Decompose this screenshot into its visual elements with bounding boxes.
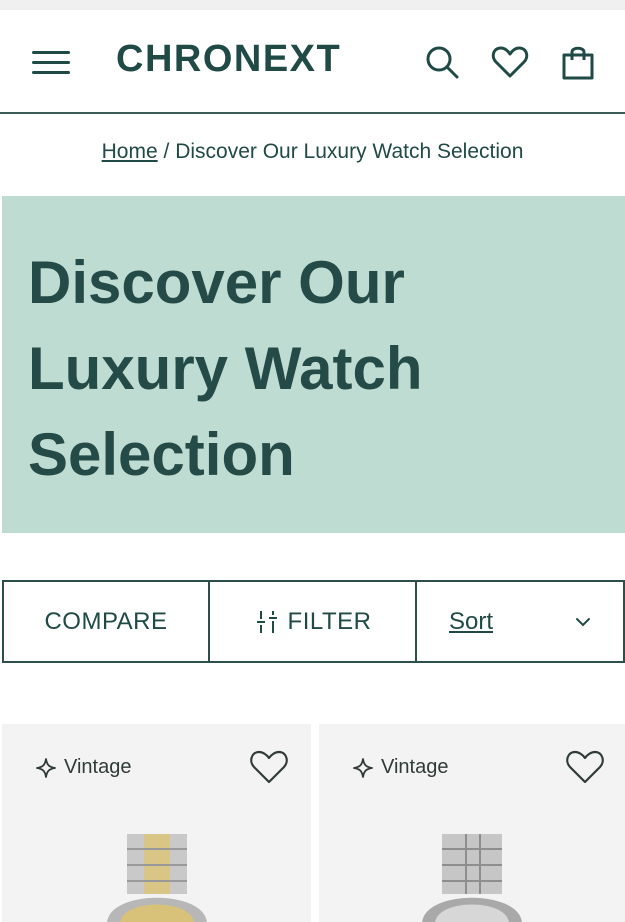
product-card[interactable]: Vintage — [2, 724, 311, 922]
vintage-badge: Vintage — [36, 756, 131, 779]
menu-icon[interactable] — [32, 45, 72, 77]
breadcrumb-separator: / — [163, 140, 170, 163]
compare-button[interactable]: COMPARE — [4, 582, 210, 661]
brand-logo[interactable]: CHRONEXT — [116, 38, 341, 81]
sparkle-icon — [36, 757, 56, 778]
wishlist-heart-icon[interactable] — [248, 746, 290, 788]
heart-icon[interactable] — [490, 42, 530, 82]
top-strip — [0, 0, 625, 10]
filter-icon — [256, 610, 277, 633]
listing-toolbar: COMPARE FILTER Sort — [2, 580, 625, 663]
vintage-badge: Vintage — [353, 756, 448, 779]
badge-label: Vintage — [64, 756, 132, 778]
breadcrumb-current: Discover Our Luxury Watch Selection — [175, 140, 524, 163]
product-card[interactable]: Vintage — [319, 724, 625, 922]
badge-label: Vintage — [381, 756, 449, 778]
watch-image — [106, 834, 207, 922]
chevron-down-icon — [576, 618, 590, 627]
sort-label: Sort — [449, 607, 494, 635]
watch-image — [422, 834, 522, 922]
wishlist-heart-icon[interactable] — [564, 746, 606, 788]
shopping-bag-icon[interactable] — [558, 42, 598, 82]
breadcrumb: Home / Discover Our Luxury Watch Selecti… — [0, 140, 625, 164]
filter-button[interactable]: FILTER — [210, 582, 417, 661]
sparkle-icon — [353, 757, 373, 778]
site-header: CHRONEXT — [0, 10, 625, 114]
search-icon[interactable] — [422, 42, 462, 82]
hero-banner: Discover Our Luxury Watch Selection — [2, 196, 625, 533]
filter-label: FILTER — [287, 607, 372, 635]
page-title: Discover Our Luxury Watch Selection — [28, 249, 423, 488]
breadcrumb-home-link[interactable]: Home — [102, 140, 158, 163]
sort-dropdown[interactable]: Sort — [417, 582, 623, 661]
